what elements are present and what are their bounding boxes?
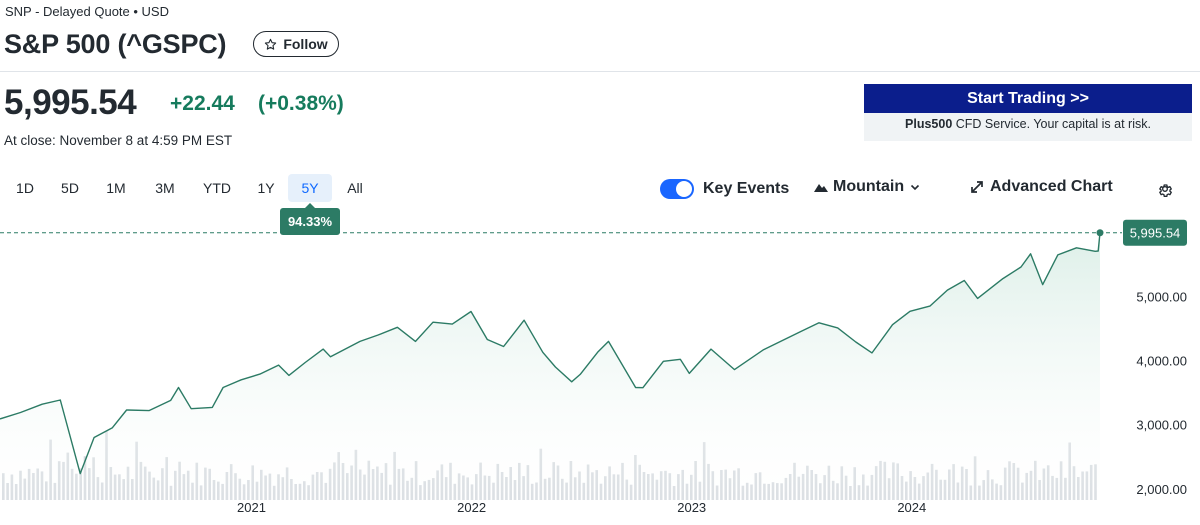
range-tab-3m[interactable]: 3M xyxy=(149,174,181,202)
quote-meta: SNP - Delayed Quote • USD xyxy=(5,4,169,19)
toggle-knob xyxy=(676,181,692,197)
key-events-toggle[interactable] xyxy=(660,179,694,199)
page-title: S&P 500 (^GSPC) xyxy=(4,29,227,59)
expand-arrows-icon xyxy=(971,181,983,193)
follow-button[interactable]: Follow xyxy=(253,31,339,57)
key-events-label: Key Events xyxy=(703,180,790,197)
advanced-chart-label: Advanced Chart xyxy=(990,178,1113,195)
x-tick-label: 2021 xyxy=(237,500,266,515)
follow-label: Follow xyxy=(283,36,328,52)
y-tick-label: 2,000.00 xyxy=(1136,482,1187,497)
star-icon xyxy=(265,38,277,50)
y-tick-label: 3,000.00 xyxy=(1136,418,1187,433)
y-tick-label: 4,000.00 xyxy=(1136,354,1187,369)
chevron-down-icon xyxy=(911,184,920,191)
last-price: 5,995.54 xyxy=(4,83,137,122)
start-trading-button[interactable]: Start Trading >> xyxy=(864,84,1192,113)
x-tick-label: 2023 xyxy=(677,500,706,515)
x-tick-label: 2022 xyxy=(457,500,486,515)
y-tick-label: 5,000.00 xyxy=(1136,290,1187,305)
price-chart[interactable]: 5,995.54 5,000.00 4,000.00 3,000.00 2,00… xyxy=(0,210,1200,525)
range-tab-1y[interactable]: 1Y xyxy=(251,174,281,202)
last-price-dot xyxy=(1096,229,1104,237)
gear-icon[interactable] xyxy=(1157,181,1173,197)
range-tab-5d[interactable]: 5D xyxy=(55,174,85,202)
range-tab-1m[interactable]: 1M xyxy=(101,174,131,202)
ad-disclaimer-text: CFD Service. Your capital is at risk. xyxy=(952,117,1151,131)
chart-type-dropdown[interactable]: Mountain xyxy=(814,178,921,196)
range-tab-ytd[interactable]: YTD xyxy=(197,174,237,202)
price-change-percent: (+0.38%) xyxy=(258,92,344,115)
range-tab-1d[interactable]: 1D xyxy=(10,174,40,202)
last-price-badge-label: 5,995.54 xyxy=(1130,226,1181,241)
price-area-fill xyxy=(0,232,1100,500)
range-tab-all[interactable]: All xyxy=(341,174,369,202)
x-tick-label: 2024 xyxy=(897,500,926,515)
advanced-chart-button[interactable]: Advanced Chart xyxy=(970,178,1113,196)
chart-type-label: Mountain xyxy=(833,178,905,195)
price-change: +22.44 xyxy=(170,92,235,115)
header-divider xyxy=(0,71,1200,72)
ad-brand: Plus500 xyxy=(905,117,953,131)
market-close-note: At close: November 8 at 4:59 PM EST xyxy=(4,133,233,148)
ad-disclaimer: Plus500 CFD Service. Your capital is at … xyxy=(864,117,1192,131)
mountain-icon xyxy=(814,184,828,192)
range-tab-5y[interactable]: 5Y xyxy=(288,174,332,202)
